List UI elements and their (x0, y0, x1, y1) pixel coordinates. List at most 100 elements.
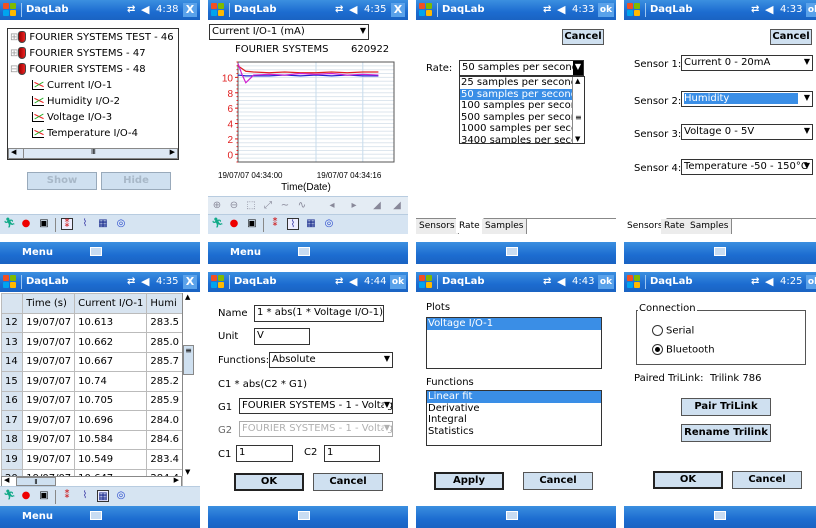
connectivity-icon[interactable]: ⇄ (543, 276, 551, 287)
tree-view-icon[interactable]: ⁑ (61, 490, 73, 502)
table-row[interactable]: 16 19/07/07 10.705 285.9 (0, 390, 183, 411)
stop-icon[interactable]: ● (228, 218, 240, 230)
run-icon[interactable]: 🏃︎ (211, 218, 224, 230)
cancel-button[interactable]: Cancel (523, 472, 593, 490)
rename-trilink-button[interactable]: Rename Trilink (681, 424, 771, 442)
curve-cursor-icon[interactable]: ∿ (296, 200, 308, 212)
zoom-fit-icon[interactable]: ⤢ (262, 200, 274, 212)
volume-icon[interactable]: ◀ (557, 275, 565, 288)
rate-option[interactable]: 500 samples per second (460, 112, 584, 124)
meter-view-icon[interactable]: ◎ (115, 490, 127, 502)
vertical-scrollbar[interactable]: ▲ ≡ ▼ (572, 77, 584, 143)
prev-icon[interactable]: ◂ (326, 200, 338, 212)
apply-button[interactable]: Apply (434, 472, 504, 490)
scale-down-icon[interactable]: ◢ (391, 200, 403, 212)
rate-option[interactable]: 50 samples per second (460, 88, 584, 100)
clock[interactable]: 4:25 (780, 276, 802, 287)
zoom-in-icon[interactable]: ⊕ (211, 200, 223, 212)
vertical-scrollbar[interactable]: ▲ ≡ ▼ (182, 293, 194, 476)
ok-button[interactable]: ok (390, 275, 406, 289)
rate-select[interactable]: 50 samples per second ▼ (459, 60, 584, 76)
volume-icon[interactable]: ◀ (141, 275, 149, 288)
volume-icon[interactable]: ◀ (765, 275, 773, 288)
plot-item[interactable]: Voltage I/O-1 (427, 318, 601, 330)
menu-button[interactable]: Menu (230, 247, 261, 258)
tree-item[interactable]: Current I/O-1 (32, 80, 112, 91)
clock[interactable]: 4:35 (156, 276, 178, 287)
column-header[interactable]: Time (s) (22, 293, 76, 314)
function-item[interactable]: Derivative (427, 403, 601, 415)
rate-option[interactable]: 100 samples per second (460, 100, 584, 112)
clock[interactable]: 4:33 (780, 4, 802, 15)
clock[interactable]: 4:35 (364, 4, 386, 15)
keyboard-icon[interactable] (506, 247, 518, 256)
g1-select[interactable]: FOURIER SYSTEMS - 1 - Voltag ▼ (239, 398, 393, 414)
keyboard-icon[interactable] (90, 247, 102, 256)
cancel-button[interactable]: Cancel (732, 471, 802, 489)
table-row[interactable]: 18 19/07/07 10.584 284.6 (0, 429, 183, 450)
tree-item[interactable]: ⊞ FOURIER SYSTEMS - 47 (10, 47, 146, 59)
sensor-3-select[interactable]: Voltage 0 - 5V ▼ (681, 124, 813, 140)
column-header[interactable] (0, 293, 24, 314)
ok-dialog-button[interactable]: OK (653, 471, 723, 489)
connectivity-icon[interactable]: ⇄ (543, 4, 551, 15)
volume-icon[interactable]: ◀ (765, 3, 773, 16)
sensor-2-select[interactable]: Humidity ▼ (681, 91, 813, 107)
connectivity-icon[interactable]: ⇄ (751, 4, 759, 15)
windows-start-icon[interactable] (627, 275, 641, 289)
tree-item[interactable]: ⊞ FOURIER SYSTEMS TEST - 46 (10, 31, 174, 43)
windows-start-icon[interactable] (3, 275, 17, 289)
volume-icon[interactable]: ◀ (349, 3, 357, 16)
connectivity-icon[interactable]: ⇄ (335, 4, 343, 15)
zoom-out-icon[interactable]: ⊖ (228, 200, 240, 212)
function-item[interactable]: Statistics (427, 426, 601, 438)
functions-list[interactable]: Linear fit Derivative Integral Statistic… (426, 390, 602, 446)
table-row[interactable]: 13 19/07/07 10.662 285.0 (0, 332, 183, 353)
c1-input[interactable]: 1 (236, 445, 293, 462)
rate-dropdown-list[interactable]: 25 samples per second 50 samples per sec… (459, 76, 585, 144)
table-row[interactable]: 14 19/07/07 10.667 285.7 (0, 351, 183, 372)
table-view-icon[interactable]: ▦ (97, 218, 109, 230)
run-icon[interactable]: 🏃︎ (3, 490, 16, 502)
serial-radio[interactable]: Serial (652, 325, 694, 337)
keyboard-icon[interactable] (714, 247, 726, 256)
functions-select[interactable]: Absolute ▼ (269, 352, 393, 368)
line-chart[interactable]: 0 2 4 6 8 10 19/07/07 04:34:00 19/07/07 04:34:1… (208, 56, 408, 196)
meter-view-icon[interactable]: ◎ (323, 218, 335, 230)
name-input[interactable]: 1 * abs(1 * Voltage I/O-1) (254, 305, 384, 322)
windows-start-icon[interactable] (211, 3, 225, 17)
tree-item[interactable]: ⊟ FOURIER SYSTEMS - 48 (10, 63, 146, 75)
rate-option[interactable]: 25 samples per second (460, 77, 584, 89)
clock[interactable]: 4:33 (572, 4, 594, 15)
close-button[interactable]: X (391, 3, 405, 17)
next-icon[interactable]: ▸ (348, 200, 360, 212)
windows-start-icon[interactable] (627, 3, 641, 17)
clock[interactable]: 4:43 (572, 276, 594, 287)
scroll-left-icon[interactable]: ◀ (11, 148, 16, 156)
volume-icon[interactable]: ◀ (349, 275, 357, 288)
graph-view-icon[interactable]: ⌇ (287, 218, 299, 230)
plots-list[interactable]: Voltage I/O-1 (426, 317, 602, 369)
volume-icon[interactable]: ◀ (141, 3, 149, 16)
sensor-4-select[interactable]: Temperature -50 - 150°C ▼ (681, 159, 813, 175)
ok-button[interactable]: ok (806, 275, 816, 289)
keyboard-icon[interactable] (90, 511, 102, 520)
zoom-box-icon[interactable]: ⬚ (245, 200, 257, 212)
rate-option[interactable]: 1000 samples per second (460, 123, 584, 135)
table-view-icon[interactable]: ▦ (97, 490, 109, 502)
hide-button[interactable]: Hide (101, 172, 171, 190)
tab-rate[interactable]: Rate (456, 218, 484, 233)
scroll-thumb[interactable]: Ⅲ (91, 148, 96, 156)
bluetooth-radio[interactable]: Bluetooth (652, 344, 715, 356)
windows-start-icon[interactable] (419, 275, 433, 289)
show-button[interactable]: Show (27, 172, 97, 190)
graph-view-icon[interactable]: ⌇ (79, 218, 91, 230)
menu-button[interactable]: Menu (22, 511, 53, 522)
tab-samples[interactable]: Samples (687, 219, 733, 234)
tree-item[interactable]: Temperature I/O-4 (32, 128, 138, 139)
cancel-button[interactable]: Cancel (562, 29, 604, 45)
data-grid[interactable]: Time (s) Current I/O-1 Humi 12 19/07/07 10… (0, 293, 183, 489)
function-item[interactable]: Integral (427, 414, 601, 426)
windows-start-icon[interactable] (211, 275, 225, 289)
table-row[interactable]: 12 19/07/07 10.613 283.5 (0, 312, 183, 333)
